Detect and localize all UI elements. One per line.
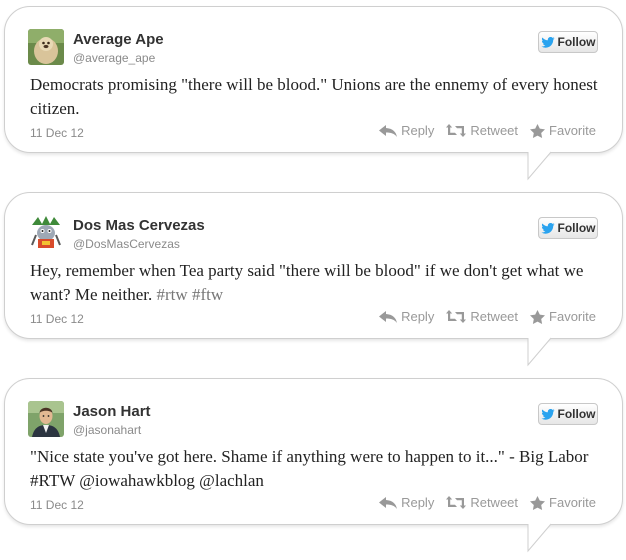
speech-tail <box>527 523 552 553</box>
favorite-label: Favorite <box>549 123 596 138</box>
favorite-button[interactable]: Favorite <box>530 495 596 510</box>
favorite-label: Favorite <box>549 309 596 324</box>
speech-tail <box>527 151 552 181</box>
reply-button[interactable]: Reply <box>379 309 434 324</box>
retweet-label: Retweet <box>470 123 519 138</box>
reply-label: Reply <box>401 495 435 510</box>
twitter-bird-icon <box>540 36 555 48</box>
author-handle[interactable]: @jasonahart <box>73 423 141 437</box>
reply-label: Reply <box>401 123 435 138</box>
tweet-actions: Reply Retweet Favorite <box>379 123 596 138</box>
hashtag-link[interactable]: #ftw <box>192 285 223 304</box>
author-handle[interactable]: @DosMasCervezas <box>73 237 180 251</box>
gibbon-avatar[interactable] <box>28 29 64 65</box>
author-name[interactable]: Dos Mas Cervezas <box>73 217 205 234</box>
reply-button[interactable]: Reply <box>379 123 434 138</box>
reply-label: Reply <box>401 309 435 324</box>
retweet-icon <box>446 496 467 509</box>
reply-icon <box>379 496 398 509</box>
tweet-text-content: "Nice state you've got here. Shame if an… <box>30 447 589 490</box>
retweet-button[interactable]: Retweet <box>446 309 518 324</box>
mascot-avatar[interactable] <box>28 215 64 251</box>
follow-button[interactable]: Follow <box>538 217 598 239</box>
tweet-card: Average Ape @average_ape Follow Democrat… <box>4 6 623 153</box>
favorite-button[interactable]: Favorite <box>530 123 596 138</box>
author-name[interactable]: Average Ape <box>73 31 164 48</box>
tweet-date[interactable]: 11 Dec 12 <box>30 498 84 512</box>
person-avatar[interactable] <box>28 401 64 437</box>
follow-label: Follow <box>557 35 596 49</box>
retweet-label: Retweet <box>470 495 519 510</box>
reply-button[interactable]: Reply <box>379 495 434 510</box>
hashtag-link[interactable]: #rtw <box>157 285 188 304</box>
follow-label: Follow <box>557 407 596 421</box>
tweet-actions: Reply Retweet Favorite <box>379 495 596 510</box>
retweet-button[interactable]: Retweet <box>446 495 518 510</box>
reply-icon <box>379 310 398 323</box>
star-icon <box>530 123 546 138</box>
speech-tail <box>527 337 552 367</box>
favorite-label: Favorite <box>549 495 596 510</box>
reply-icon <box>379 124 398 137</box>
favorite-button[interactable]: Favorite <box>530 309 596 324</box>
star-icon <box>530 495 546 510</box>
twitter-bird-icon <box>540 222 555 234</box>
follow-button[interactable]: Follow <box>538 31 598 53</box>
tweet-card: Jason Hart @jasonahart Follow "Nice stat… <box>4 378 623 525</box>
retweet-icon <box>446 124 467 137</box>
author-handle[interactable]: @average_ape <box>73 51 155 65</box>
star-icon <box>530 309 546 324</box>
tweet-text-content: Democrats promising "there will be blood… <box>30 75 598 118</box>
retweet-label: Retweet <box>470 309 519 324</box>
tweet-card: Dos Mas Cervezas @DosMasCervezas Follow … <box>4 192 623 339</box>
tweet-date[interactable]: 11 Dec 12 <box>30 126 84 140</box>
tweet-date[interactable]: 11 Dec 12 <box>30 312 84 326</box>
follow-label: Follow <box>557 221 596 235</box>
retweet-button[interactable]: Retweet <box>446 123 518 138</box>
tweet-text-content: Hey, remember when Tea party said "there… <box>30 261 584 304</box>
twitter-bird-icon <box>540 408 555 420</box>
tweet-text: Hey, remember when Tea party said "there… <box>30 259 600 307</box>
retweet-icon <box>446 310 467 323</box>
author-name[interactable]: Jason Hart <box>73 403 151 420</box>
tweet-text: Democrats promising "there will be blood… <box>30 73 600 121</box>
follow-button[interactable]: Follow <box>538 403 598 425</box>
tweet-text: "Nice state you've got here. Shame if an… <box>30 445 600 493</box>
tweet-actions: Reply Retweet Favorite <box>379 309 596 324</box>
